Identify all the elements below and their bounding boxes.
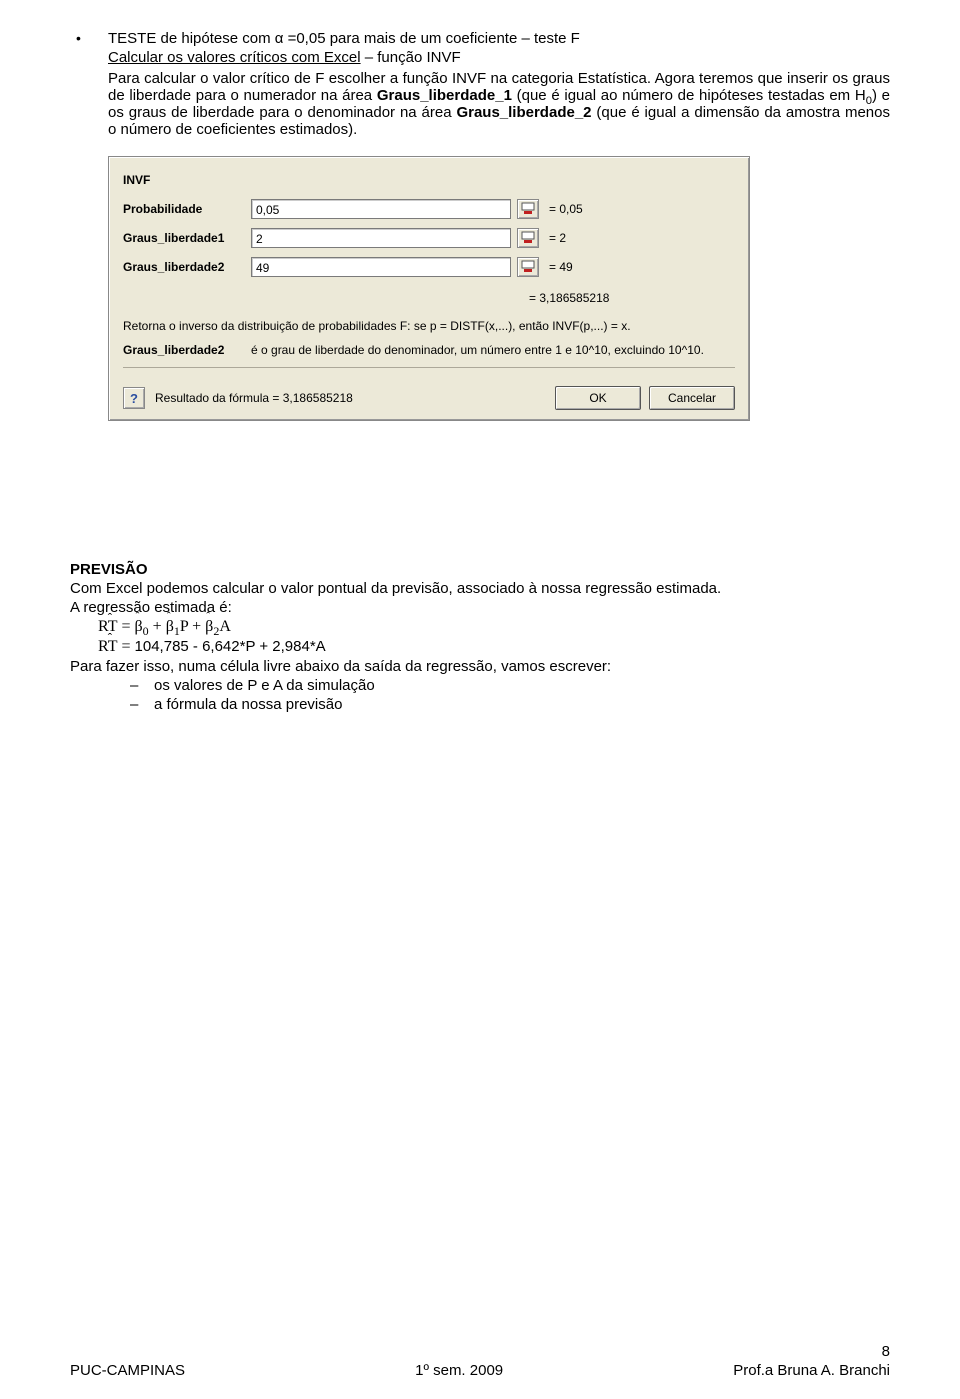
collapse-dialog-icon[interactable] — [517, 257, 539, 277]
collapse-dialog-icon[interactable] — [517, 199, 539, 219]
dialog-title: INVF — [123, 173, 735, 187]
page-number: 8 — [70, 1343, 890, 1360]
cancel-button[interactable]: Cancelar — [649, 386, 735, 410]
graus-liberdade1-input[interactable]: 2 — [251, 228, 511, 248]
formula-result-text: Resultado da fórmula = 3,186585218 — [155, 391, 353, 405]
dialog-field-description: Graus_liberdade2 é o grau de liberdade d… — [123, 343, 735, 357]
formula-values: RTˆ = 104,785 - 6,642*P + 2,984*A — [98, 638, 890, 656]
text: (que é igual ao número de hipóteses test… — [512, 87, 866, 104]
dialog-row-gl1: Graus_liberdade1 2 = 2 — [123, 228, 735, 248]
dialog-bottom-bar: ? Resultado da fórmula = 3,186585218 OK … — [123, 378, 735, 410]
field-result: = 0,05 — [549, 202, 583, 216]
collapse-dialog-icon[interactable] — [517, 228, 539, 248]
list-text: a fórmula da nossa previsão — [154, 696, 342, 713]
text: – função INVF — [361, 49, 461, 66]
field-desc-label: Graus_liberdade2 — [123, 343, 251, 357]
paragraph: Para calcular o valor crítico de F escol… — [108, 70, 890, 138]
dialog-row-gl2: Graus_liberdade2 49 = 49 — [123, 257, 735, 277]
text-bold: Graus_liberdade_1 — [377, 87, 512, 104]
dash-icon: – — [130, 696, 154, 713]
footer-left: PUC-CAMPINAS — [70, 1362, 185, 1379]
dash-icon: – — [130, 677, 154, 694]
field-result: = 49 — [549, 260, 573, 274]
bullet-title: TESTE de hipótese com α =0,05 para mais … — [108, 30, 890, 47]
formula-numbers: 104,785 - 6,642*P + 2,984*A — [135, 638, 326, 655]
text-underline: Calcular os valores críticos com Excel — [108, 49, 361, 66]
section-heading-previsao: PREVISÃO — [70, 561, 890, 578]
field-desc-text: é o grau de liberdade do denominador, um… — [251, 343, 735, 357]
bullet-icon: • — [70, 30, 108, 46]
list-text: os valores de P e A da simulação — [154, 677, 375, 694]
sub-list-item: – a fórmula da nossa previsão — [130, 696, 890, 713]
page-footer: 8 PUC-CAMPINAS 1º sem. 2009 Prof.a Bruna… — [70, 1343, 890, 1379]
bullet-item: • TESTE de hipótese com α =0,05 para mai… — [70, 30, 890, 47]
probabilidade-input[interactable]: 0,05 — [251, 199, 511, 219]
formula-regression: RTˆ = βˆ0 + βˆ1P + βˆ2A — [98, 618, 890, 636]
dialog-invf: INVF Probabilidade 0,05 = 0,05 Graus_lib… — [108, 156, 750, 421]
field-label: Graus_liberdade1 — [123, 231, 251, 245]
paragraph: Com Excel podemos calcular o valor pontu… — [70, 580, 890, 597]
dialog-description: Retorna o inverso da distribuição de pro… — [123, 319, 735, 333]
footer-right: Prof.a Bruna A. Branchi — [733, 1362, 890, 1379]
ok-button[interactable]: OK — [555, 386, 641, 410]
dialog-row-prob: Probabilidade 0,05 = 0,05 — [123, 199, 735, 219]
help-button[interactable]: ? — [123, 387, 145, 409]
sub-list-item: – os valores de P e A da simulação — [130, 677, 890, 694]
text-bold: Graus_liberdade_2 — [456, 104, 591, 121]
field-label: Graus_liberdade2 — [123, 260, 251, 274]
paragraph: Para fazer isso, numa célula livre abaix… — [70, 658, 890, 675]
field-result: = 2 — [549, 231, 566, 245]
divider — [123, 367, 735, 368]
dialog-result: = 3,186585218 — [529, 291, 735, 305]
graus-liberdade2-input[interactable]: 49 — [251, 257, 511, 277]
paragraph: A regressão estimada é: — [70, 599, 890, 616]
footer-center: 1º sem. 2009 — [415, 1362, 503, 1379]
field-label: Probabilidade — [123, 202, 251, 216]
paragraph: Calcular os valores críticos com Excel –… — [108, 49, 890, 66]
